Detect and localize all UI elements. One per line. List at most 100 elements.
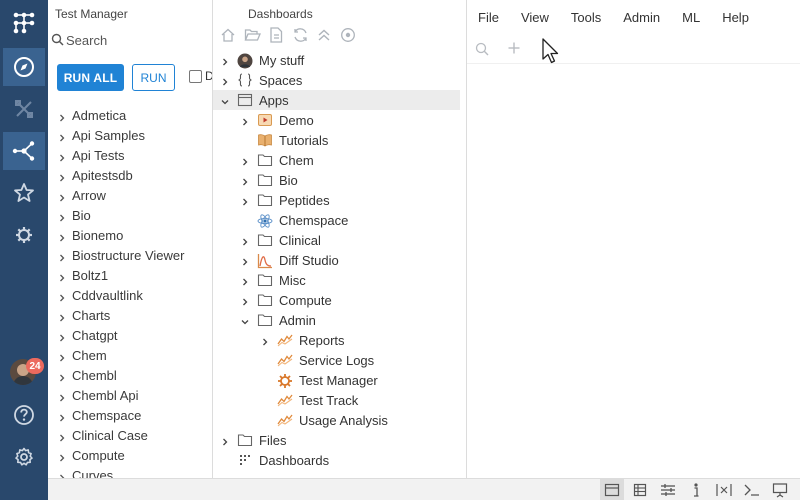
tree-node[interactable]: Tutorials [213, 130, 466, 150]
tree-node[interactable]: Compute [213, 290, 466, 310]
settings-icon[interactable] [3, 438, 45, 476]
list-item[interactable]: Api Tests [48, 146, 212, 166]
tree-node[interactable]: Reports [213, 330, 466, 350]
menu-item-admin[interactable]: Admin [623, 0, 660, 34]
chevron-right-icon[interactable] [57, 251, 67, 266]
home-icon[interactable] [219, 26, 237, 44]
menu-item-help[interactable]: Help [722, 0, 749, 34]
tree-node[interactable]: Chemspace [213, 210, 466, 230]
list-item[interactable]: Charts [48, 306, 212, 326]
menu-item-tools[interactable]: Tools [571, 0, 601, 34]
compass-icon[interactable] [3, 48, 45, 86]
tree-node[interactable]: Misc [213, 270, 466, 290]
list-item[interactable]: Bionemo [48, 226, 212, 246]
list-item[interactable]: Boltz1 [48, 266, 212, 286]
menu-item-ml[interactable]: ML [682, 0, 700, 34]
tree-node[interactable]: Diff Studio [213, 250, 466, 270]
chevron-right-icon[interactable] [57, 271, 67, 286]
list-item[interactable]: Curves [48, 466, 212, 478]
chevron-right-icon[interactable] [240, 155, 250, 170]
list-item[interactable]: Api Samples [48, 126, 212, 146]
chevron-right-icon[interactable] [57, 191, 67, 206]
tree-node[interactable]: Test Manager [213, 370, 466, 390]
tree-node[interactable]: Peptides [213, 190, 466, 210]
tree-node[interactable]: My stuff [213, 50, 466, 70]
tree-node[interactable]: Dashboards [213, 450, 466, 470]
list-item[interactable]: Chemspace [48, 406, 212, 426]
tree-node[interactable]: Service Logs [213, 350, 466, 370]
chevron-right-icon[interactable] [57, 131, 67, 146]
list-item[interactable]: Compute [48, 446, 212, 466]
chevron-right-icon[interactable] [57, 331, 67, 346]
chevron-right-icon[interactable] [240, 275, 250, 290]
list-item[interactable]: Chembl [48, 366, 212, 386]
chevron-right-icon[interactable] [57, 291, 67, 306]
chevron-right-icon[interactable] [57, 431, 67, 446]
target-icon[interactable] [339, 26, 357, 44]
chevron-right-icon[interactable] [260, 335, 270, 350]
datagrok-logo-icon[interactable] [3, 4, 45, 42]
plus-icon[interactable] [507, 41, 521, 58]
run-button[interactable]: RUN [132, 64, 175, 91]
list-item[interactable]: Chatgpt [48, 326, 212, 346]
chevron-right-icon[interactable] [57, 351, 67, 366]
list-item[interactable]: Cddvaultlink [48, 286, 212, 306]
chevron-right-icon[interactable] [240, 235, 250, 250]
tree-node[interactable]: Clinical [213, 230, 466, 250]
star-icon[interactable] [3, 174, 45, 212]
info-icon[interactable] [684, 479, 708, 500]
properties-icon[interactable] [628, 479, 652, 500]
list-item[interactable]: Chem [48, 346, 212, 366]
chevron-right-icon[interactable] [57, 311, 67, 326]
tree-node[interactable]: Demo [213, 110, 466, 130]
chevron-right-icon[interactable] [220, 435, 230, 450]
chevron-right-icon[interactable] [220, 55, 230, 70]
list-item[interactable]: Biostructure Viewer [48, 246, 212, 266]
help-icon[interactable] [3, 396, 45, 434]
chevron-down-icon[interactable] [220, 95, 230, 110]
chevron-right-icon[interactable] [57, 471, 67, 478]
chevron-right-icon[interactable] [57, 411, 67, 426]
list-item[interactable]: Apitestsdb [48, 166, 212, 186]
gear-bug-icon[interactable] [3, 216, 45, 254]
variables-icon[interactable] [712, 479, 736, 500]
chevron-right-icon[interactable] [240, 195, 250, 210]
list-item[interactable]: Clinical Case [48, 426, 212, 446]
tree-node[interactable]: Spaces [213, 70, 466, 90]
list-item[interactable]: Bio [48, 206, 212, 226]
tree-node[interactable]: Admin [213, 310, 466, 330]
tree-node[interactable]: Files [213, 430, 466, 450]
chevron-right-icon[interactable] [57, 371, 67, 386]
chevron-right-icon[interactable] [57, 151, 67, 166]
chevron-right-icon[interactable] [220, 75, 230, 90]
chevron-right-icon[interactable] [240, 295, 250, 310]
open-folder-icon[interactable] [243, 26, 261, 44]
chevron-right-icon[interactable] [240, 175, 250, 190]
tree-node[interactable]: Chem [213, 150, 466, 170]
chevron-down-icon[interactable] [240, 315, 250, 330]
run-all-button[interactable]: RUN ALL [57, 64, 124, 91]
chevron-right-icon[interactable] [57, 171, 67, 186]
chevron-right-icon[interactable] [57, 211, 67, 226]
presentation-icon[interactable] [768, 479, 792, 500]
refresh-icon[interactable] [291, 26, 309, 44]
sliders-icon[interactable] [656, 479, 680, 500]
chevron-right-icon[interactable] [57, 231, 67, 246]
search-input[interactable] [66, 30, 206, 50]
chevron-right-icon[interactable] [57, 451, 67, 466]
pencil-ruler-icon[interactable] [3, 90, 45, 128]
chevron-right-icon[interactable] [57, 391, 67, 406]
collapse-all-icon[interactable] [315, 26, 333, 44]
menu-item-file[interactable]: File [478, 0, 499, 34]
chevron-right-icon[interactable] [240, 255, 250, 270]
chevron-right-icon[interactable] [240, 115, 250, 130]
tree-node[interactable]: Usage Analysis [213, 410, 466, 430]
tree-node[interactable]: Test Track [213, 390, 466, 410]
tree-node[interactable]: Bio [213, 170, 466, 190]
notification-badge[interactable]: 24 [26, 358, 44, 374]
file-icon[interactable] [267, 26, 285, 44]
search-icon[interactable] [475, 42, 489, 59]
chevron-right-icon[interactable] [57, 111, 67, 126]
tree-node[interactable]: Apps [213, 90, 460, 110]
list-item[interactable]: Admetica [48, 106, 212, 126]
